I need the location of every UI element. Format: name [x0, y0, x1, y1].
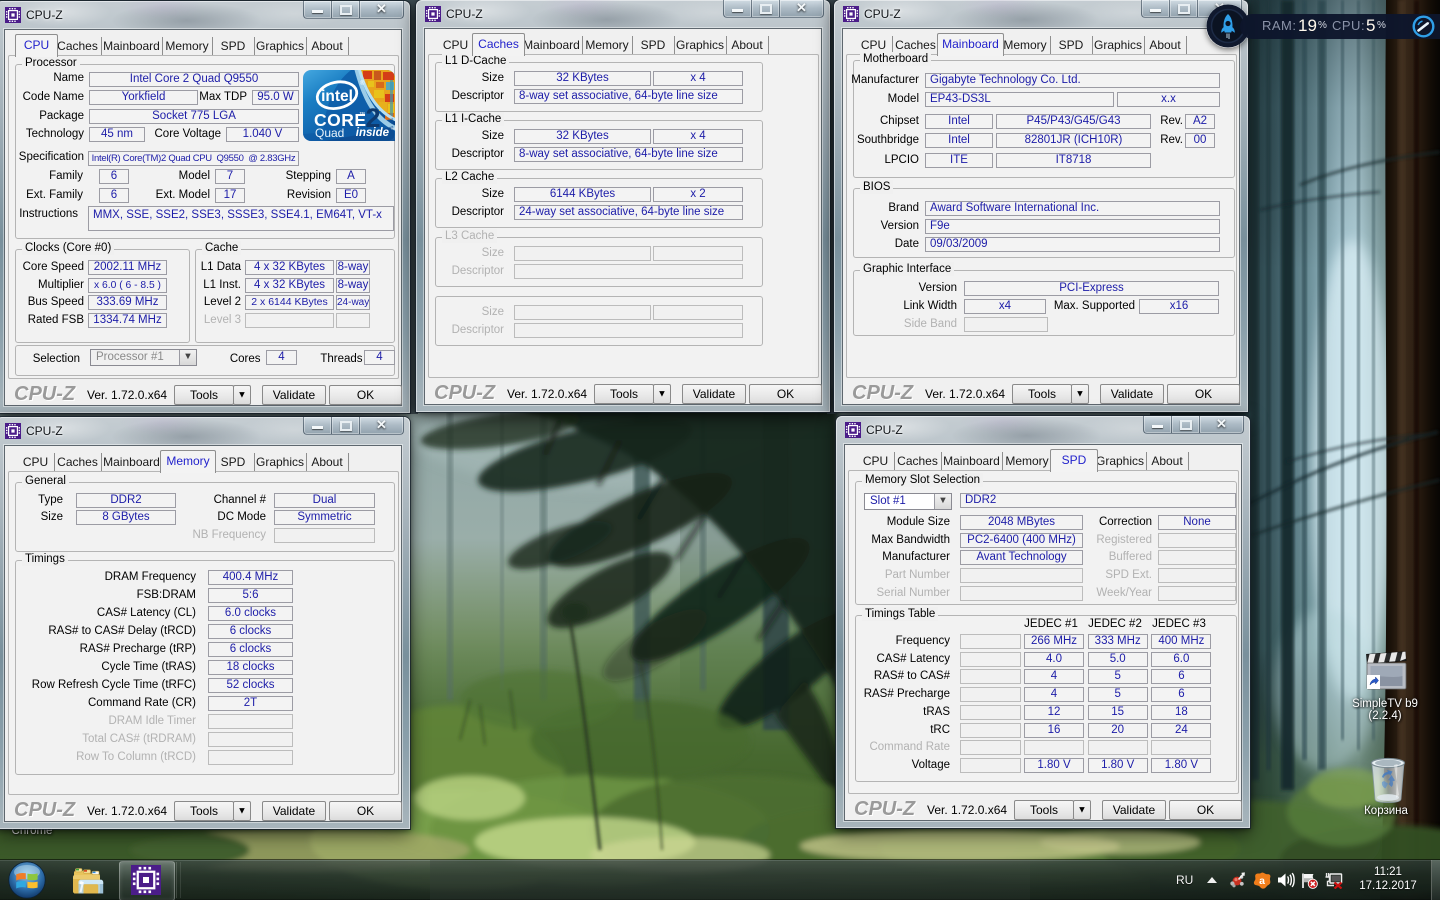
svg-text:Quad: Quad	[315, 126, 344, 140]
svg-text:a: a	[1259, 875, 1265, 887]
svg-text:intel: intel	[321, 88, 353, 105]
svg-text:™: ™	[359, 111, 365, 118]
